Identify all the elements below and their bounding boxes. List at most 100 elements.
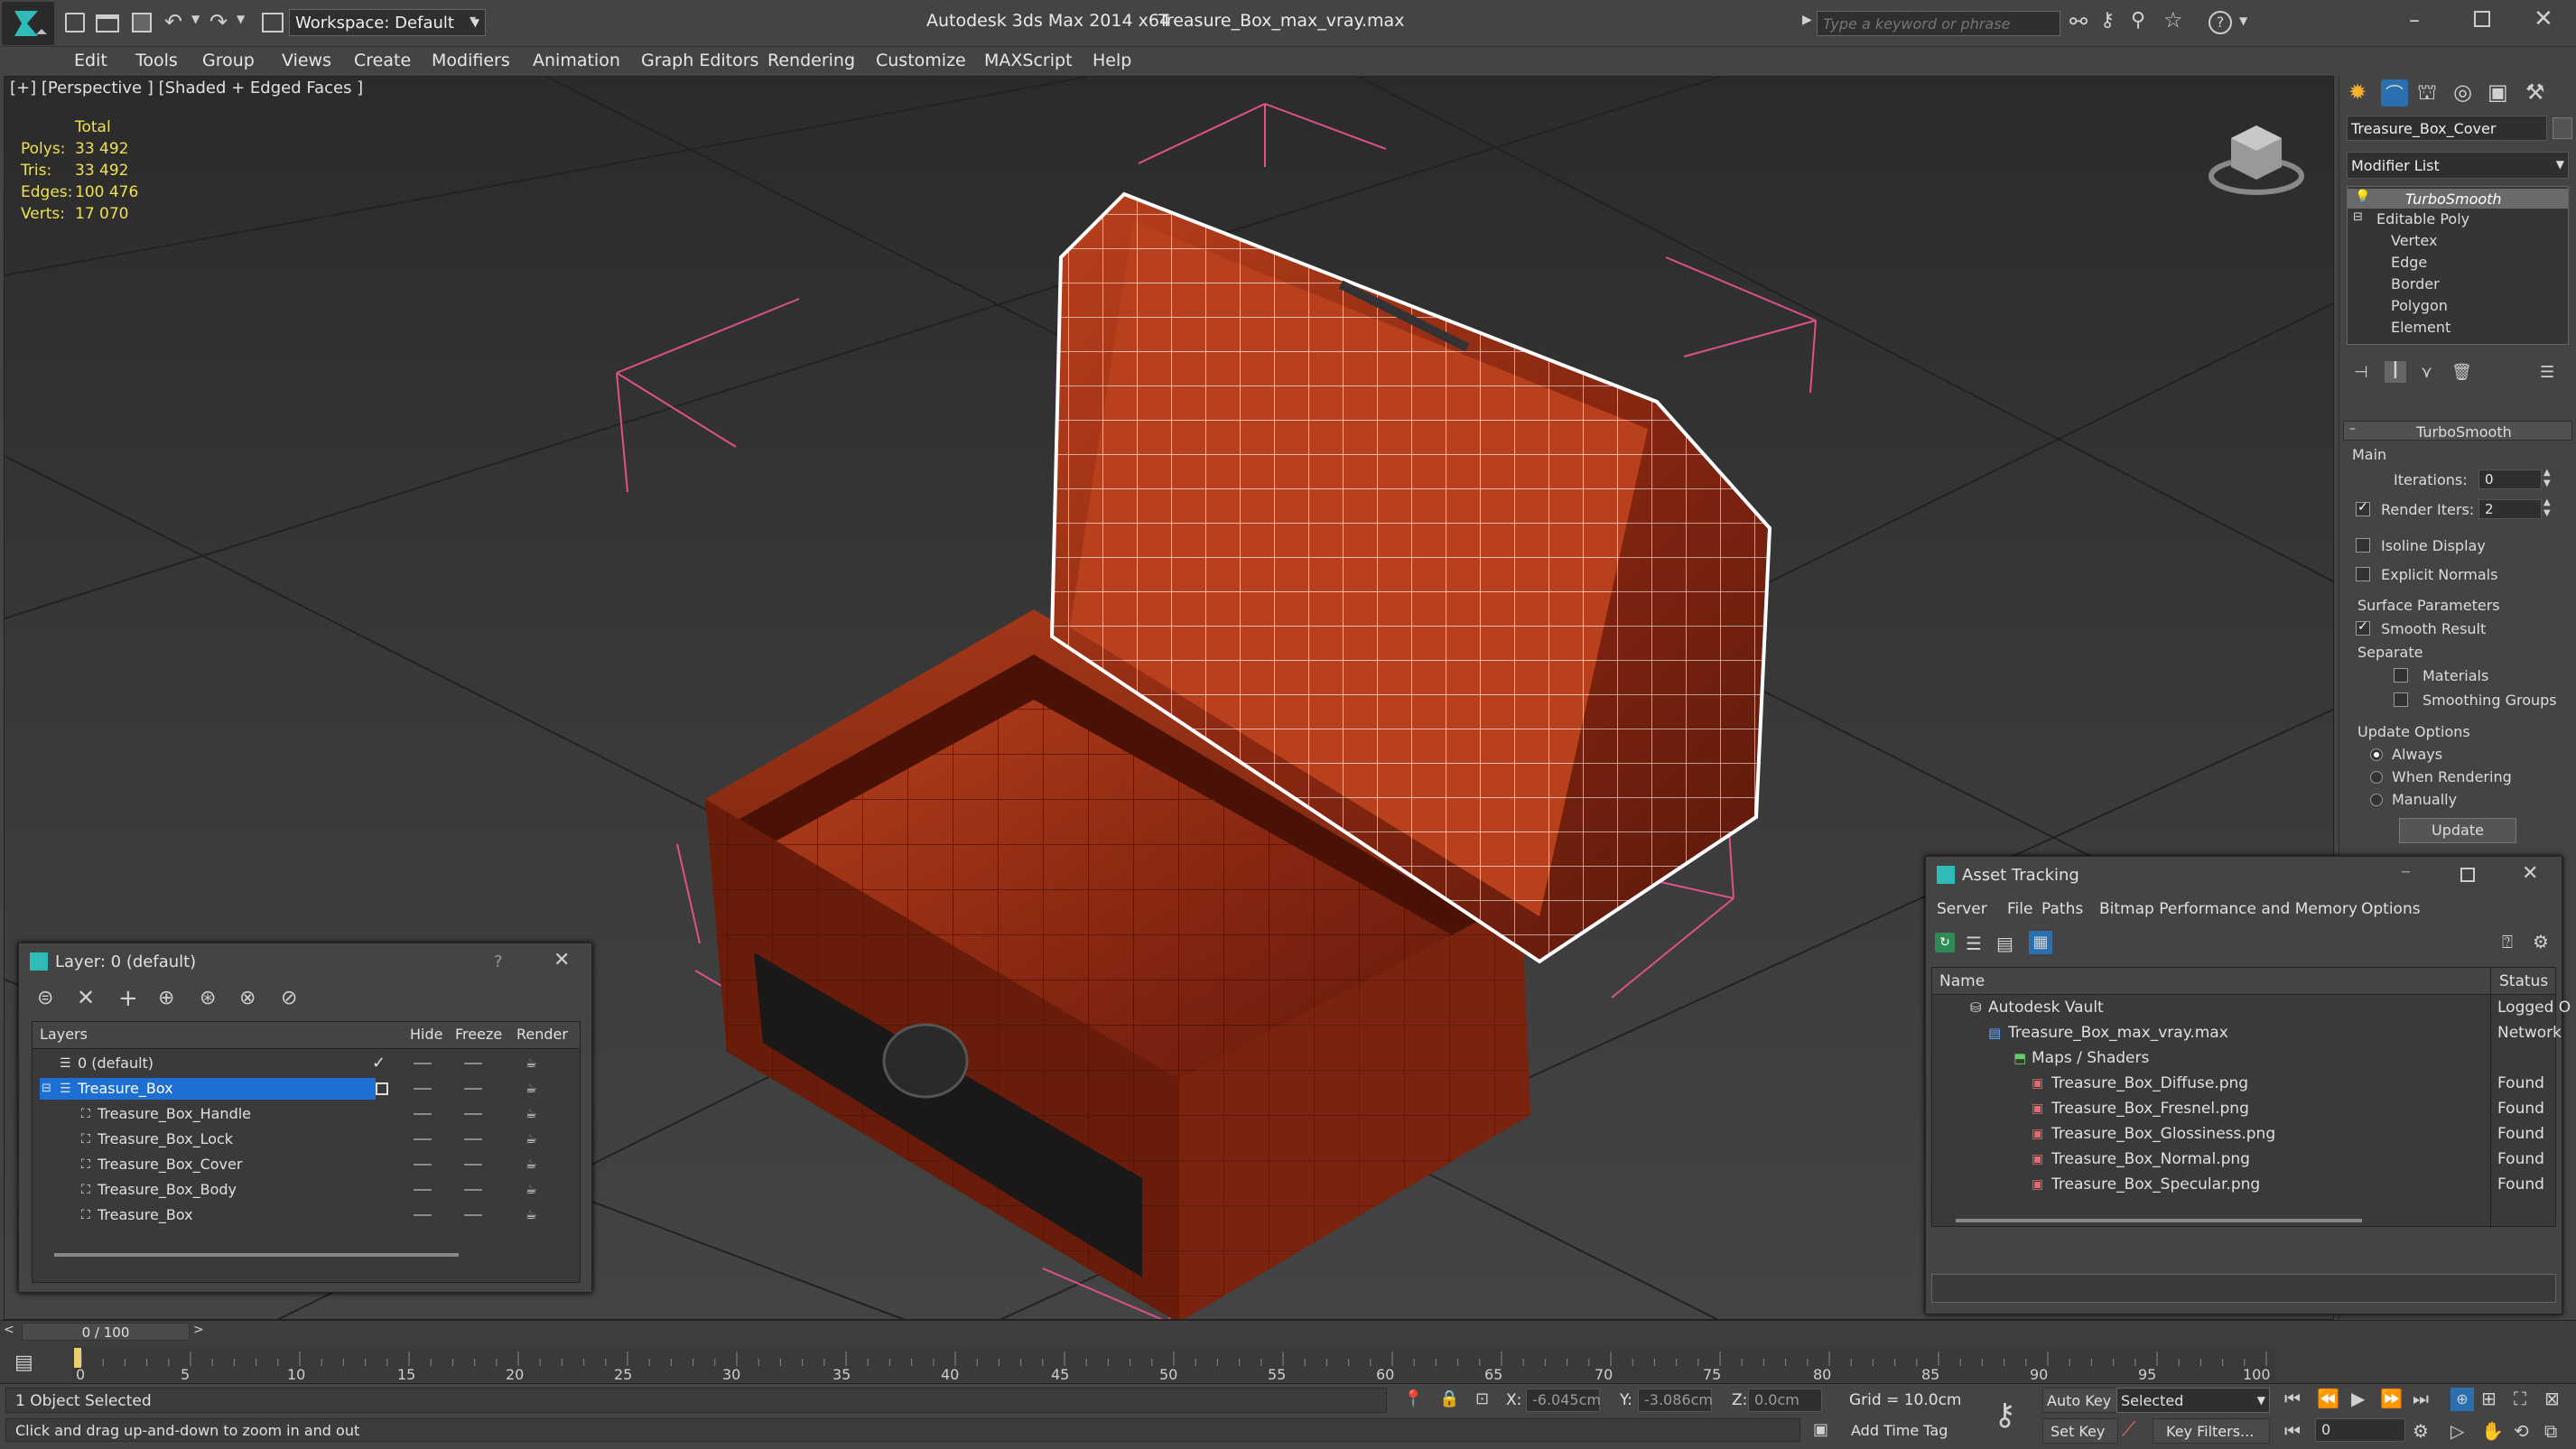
iterations-spinner[interactable]: 0 — [2478, 469, 2542, 489]
prev-frame-icon[interactable]: < — [4, 1323, 14, 1337]
time-slider-marker[interactable] — [74, 1348, 81, 1368]
auto-key-button[interactable]: Auto Key — [2042, 1388, 2118, 1413]
time-tag-icon[interactable]: ▣ — [1813, 1420, 1828, 1439]
timeline[interactable]: < 0 / 100 > ▤ 0 5 10 15 20 25 30 35 40 4… — [0, 1320, 2576, 1383]
binoculars-icon[interactable]: ⚯ — [2069, 9, 2088, 34]
create-tab-icon[interactable]: ✹ — [2348, 79, 2367, 105]
x-coordinate-field[interactable]: -6.045cm — [1526, 1389, 1601, 1412]
menu-customize[interactable]: Customize — [869, 51, 973, 70]
freeze-toggle[interactable] — [464, 1063, 482, 1064]
smoothing-groups-checkbox[interactable] — [2394, 692, 2408, 707]
key-filters-button[interactable]: Key Filters... — [2153, 1418, 2270, 1444]
menu-maxscript[interactable]: MAXScript — [977, 51, 1080, 70]
help-icon[interactable]: ⍰ — [2502, 931, 2513, 952]
collapse-icon[interactable]: ⊟ — [2353, 210, 2363, 224]
stack-item-border[interactable]: Border — [2391, 275, 2440, 293]
set-key-button[interactable]: Set Key — [2042, 1418, 2118, 1444]
zoom-icon[interactable]: ⊕ — [2450, 1388, 2474, 1411]
always-radio[interactable] — [2370, 748, 2383, 761]
render-teapot-icon[interactable]: ☕ — [525, 1127, 537, 1152]
menu-help[interactable]: Help — [1085, 51, 1139, 70]
current-frame-field[interactable]: 0 — [2315, 1418, 2405, 1442]
render-teapot-icon[interactable]: ☕ — [525, 1152, 537, 1177]
add-to-layer-icon[interactable]: + — [118, 985, 138, 1012]
minimize-icon[interactable]: – — [2401, 860, 2411, 883]
zoom-all-icon[interactable]: ⊞ — [2481, 1388, 2497, 1409]
utilities-tab-icon[interactable]: ⚒ — [2525, 79, 2545, 105]
configure-sets-icon[interactable]: ☰ — [2540, 363, 2554, 382]
close-icon[interactable]: ✕ — [2522, 862, 2538, 885]
column-layers[interactable]: Layers — [40, 1026, 88, 1043]
help-dropdown-icon[interactable]: ▼ — [2239, 14, 2247, 27]
search-input[interactable] — [1817, 11, 2060, 36]
layer-row[interactable]: ⛶ Treasure_Box_Handle ☕ — [33, 1101, 580, 1127]
asset-menu-file[interactable]: File — [2007, 900, 2032, 918]
layer-row[interactable]: ⛶ Treasure_Box_Body ☕ — [33, 1177, 580, 1203]
key-mode-toggle-icon[interactable]: ⏮ — [2284, 1420, 2301, 1442]
mini-curve-editor-icon[interactable]: ▤ — [14, 1351, 33, 1374]
viewcube-icon[interactable] — [2206, 116, 2307, 200]
freeze-toggle[interactable] — [464, 1113, 482, 1115]
horizontal-scrollbar[interactable] — [54, 1253, 459, 1257]
menu-create[interactable]: Create — [347, 51, 418, 70]
asset-row[interactable]: ▣ Treasure_Box_Glossiness.png Found — [1932, 1121, 2555, 1147]
motion-tab-icon[interactable]: ◎ — [2453, 79, 2472, 105]
modify-tab-icon[interactable]: ⌒ — [2381, 79, 2408, 107]
table-view-icon[interactable]: ▦ — [2029, 931, 2052, 954]
viewport-label[interactable]: [+] [Perspective ] [Shaded + Edged Faces… — [10, 79, 363, 98]
project-icon[interactable] — [262, 13, 284, 33]
render-iters-spinner[interactable]: 2 — [2478, 499, 2542, 519]
previous-frame-icon[interactable]: ⏪ — [2317, 1388, 2339, 1409]
object-name-field[interactable]: Treasure_Box_Cover — [2347, 116, 2547, 141]
make-unique-icon[interactable]: ⋎ — [2421, 363, 2432, 382]
render-teapot-icon[interactable]: ☕ — [525, 1051, 537, 1076]
new-icon[interactable] — [65, 13, 85, 33]
pin-stack-icon[interactable]: ⊣ — [2354, 363, 2368, 382]
highlight-layer-icon[interactable]: ⊛ — [200, 987, 216, 1009]
column-hide[interactable]: Hide — [410, 1026, 442, 1043]
render-teapot-icon[interactable]: ☕ — [525, 1101, 537, 1127]
next-frame-icon[interactable]: ⏩ — [2380, 1388, 2403, 1409]
isoline-display-checkbox[interactable] — [2356, 538, 2370, 553]
save-icon[interactable] — [132, 13, 152, 33]
asset-menu-paths[interactable]: Paths — [2041, 900, 2083, 918]
isolate-icon[interactable]: 📍 — [1403, 1389, 1423, 1408]
stack-item-polygon[interactable]: Polygon — [2391, 297, 2448, 314]
hide-toggle[interactable] — [414, 1189, 432, 1191]
help-icon[interactable]: ? — [494, 952, 503, 971]
help-icon[interactable]: ? — [2209, 11, 2232, 34]
asset-row[interactable]: ⛁ Autodesk Vault Logged O — [1932, 995, 2571, 1020]
spinner-arrows-icon[interactable]: ▲ ▼ — [2543, 468, 2551, 489]
open-icon[interactable] — [96, 14, 119, 33]
hide-toggle[interactable] — [414, 1088, 432, 1090]
hide-toggle[interactable] — [414, 1214, 432, 1216]
link-icon[interactable]: ⚲ — [2131, 9, 2145, 32]
when-rendering-radio[interactable] — [2370, 771, 2383, 784]
y-coordinate-field[interactable]: -3.086cm — [1638, 1389, 1713, 1412]
selected-dropdown[interactable]: Selected ▼ — [2116, 1388, 2270, 1413]
column-freeze[interactable]: Freeze — [455, 1026, 502, 1043]
absolute-mode-icon[interactable]: ⊡ — [1475, 1389, 1489, 1408]
expand-icon[interactable]: ⊟ — [42, 1076, 51, 1101]
workspace-arrow-icon[interactable]: ▾ — [470, 13, 476, 27]
key-mode-icon[interactable]: ⟋ — [2122, 1418, 2135, 1441]
hide-toggle[interactable] — [414, 1138, 432, 1140]
explicit-normals-checkbox[interactable] — [2356, 567, 2370, 581]
go-to-start-icon[interactable]: ⏮ — [2284, 1388, 2301, 1409]
column-status[interactable]: Status — [2499, 972, 2548, 990]
undo-icon[interactable]: ↶ — [164, 9, 182, 34]
add-time-tag[interactable]: Add Time Tag — [1851, 1422, 1948, 1439]
close-icon[interactable]: ✕ — [2534, 5, 2553, 33]
time-config-icon[interactable]: ⚙ — [2413, 1420, 2429, 1442]
refresh-icon[interactable]: ↻ — [1935, 933, 1955, 952]
render-iters-checkbox[interactable] — [2356, 500, 2370, 516]
menu-tools[interactable]: Tools — [128, 51, 185, 70]
settings-icon[interactable]: ⚙ — [2533, 931, 2549, 952]
redo-icon[interactable]: ↷ — [209, 9, 228, 34]
app-logo-icon[interactable] — [2, 2, 54, 45]
stack-item-element[interactable]: Element — [2391, 319, 2450, 336]
layer-row[interactable]: ⛶ Treasure_Box_Cover ☕ — [33, 1152, 580, 1177]
asset-menu-bitmap-performance[interactable]: Bitmap Performance and Memory — [2099, 900, 2357, 918]
freeze-toggle[interactable] — [464, 1189, 482, 1191]
column-render[interactable]: Render — [516, 1026, 568, 1043]
